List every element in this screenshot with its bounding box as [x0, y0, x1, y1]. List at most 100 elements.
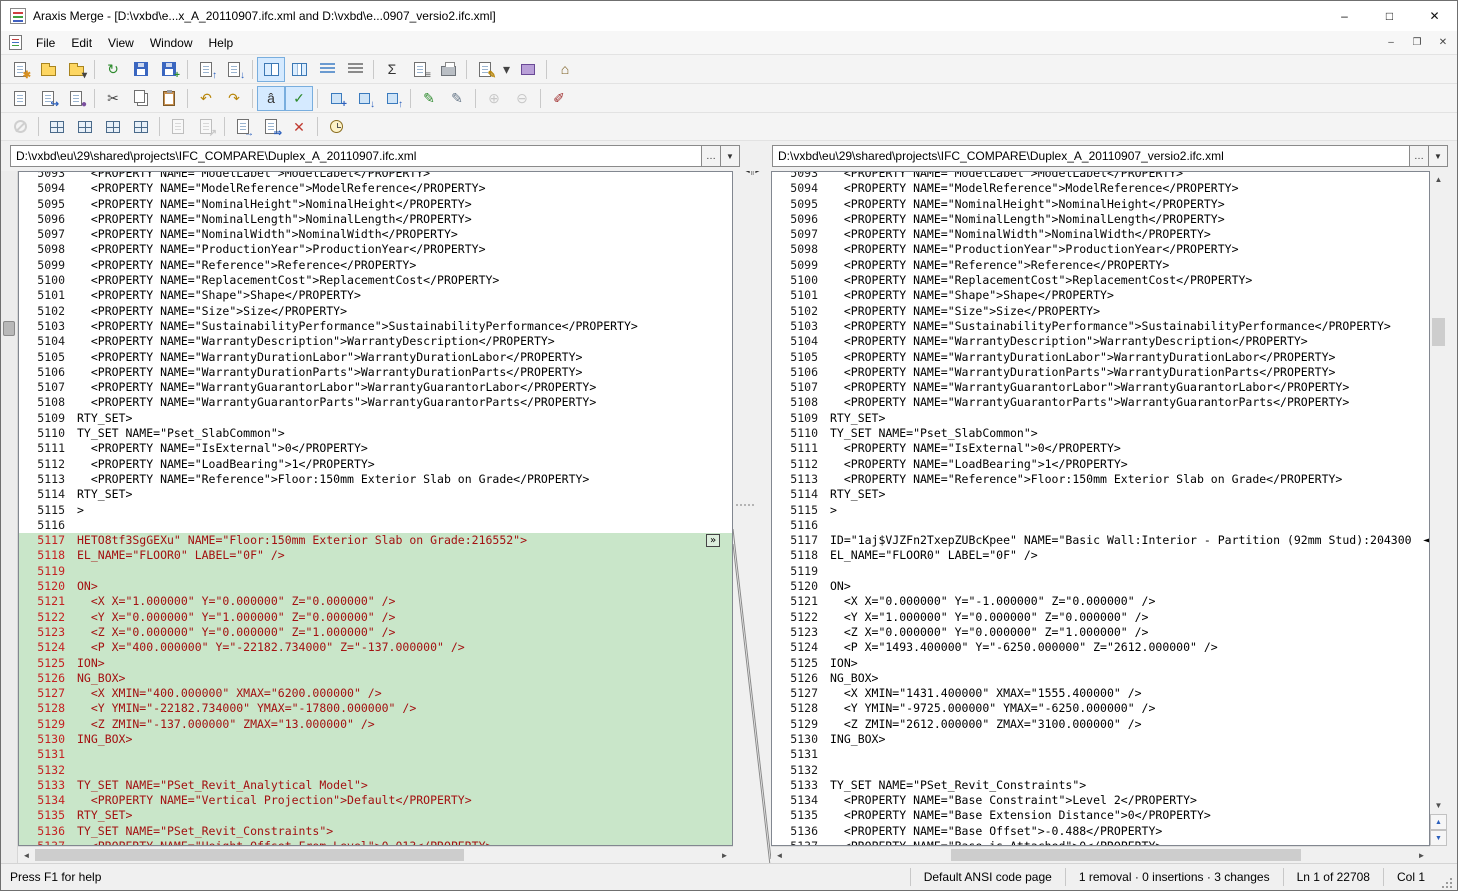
previous-bookmark-button[interactable]: ↑ — [378, 86, 406, 111]
code-line-left-5108[interactable]: 5108 <PROPERTY NAME="WarrantyGuarantorPa… — [19, 395, 732, 410]
right-horizontal-scrollbar[interactable]: ◄ ► — [771, 846, 1430, 863]
code-line-left-5132[interactable]: 5132 — [19, 763, 732, 778]
options-menu-button[interactable]: ▾ — [499, 57, 514, 82]
previous-change-button[interactable]: ⊖ — [508, 86, 536, 111]
add-bookmark-button[interactable]: + — [322, 86, 350, 111]
code-line-right-5111[interactable]: 5111 <PROPERTY NAME="IsExternal">0</PROP… — [772, 441, 1429, 456]
code-line-right-5127[interactable]: 5127 <X XMIN="1431.400000" XMAX="1555.40… — [772, 686, 1429, 701]
code-line-right-5123[interactable]: 5123 <Z X="0.000000" Y="0.000000" Z="1.0… — [772, 625, 1429, 640]
child-minimize-button[interactable]: – — [1379, 33, 1403, 53]
menu-edit[interactable]: Edit — [63, 31, 100, 55]
edit-original-pen-button[interactable]: ✎ — [415, 86, 443, 111]
statistics-button[interactable]: Σ — [378, 57, 406, 82]
code-line-left-5113[interactable]: 5113 <PROPERTY NAME="Reference">Floor:15… — [19, 472, 732, 487]
paste-button[interactable] — [155, 86, 183, 111]
code-line-left-5124[interactable]: 5124 <P X="400.000000" Y="-22182.734000"… — [19, 640, 732, 655]
right-path-dropdown-button[interactable]: ▼ — [1429, 145, 1448, 167]
code-line-left-5125[interactable]: 5125ION> — [19, 656, 732, 671]
code-line-left-5115[interactable]: 5115> — [19, 503, 732, 518]
left-path-input[interactable] — [10, 145, 702, 167]
code-line-right-5122[interactable]: 5122 <Y X="1.000000" Y="0.000000" Z="0.0… — [772, 610, 1429, 625]
code-line-right-5136[interactable]: 5136 <PROPERTY NAME="Base Offset">-0.488… — [772, 824, 1429, 839]
open-document-button[interactable]: ↪ — [34, 86, 62, 111]
stop-button[interactable] — [6, 114, 34, 139]
code-line-left-5118[interactable]: 5118EL_NAME="FLOOR0" LABEL="0F" /> — [19, 548, 732, 563]
code-line-left-5094[interactable]: 5094 <PROPERTY NAME="ModelReference">Mod… — [19, 181, 732, 196]
code-line-right-5102[interactable]: 5102 <PROPERTY NAME="Size">Size</PROPERT… — [772, 304, 1429, 319]
code-line-right-5118[interactable]: 5118EL_NAME="FLOOR0" LABEL="0F" /> — [772, 548, 1429, 563]
scroll-right-icon[interactable]: ► — [716, 847, 733, 863]
link-layout-1-button[interactable] — [43, 114, 71, 139]
code-line-left-5121[interactable]: 5121 <X X="1.000000" Y="0.000000" Z="0.0… — [19, 594, 732, 609]
scroll-down-icon[interactable]: ▼ — [1430, 797, 1447, 814]
code-line-left-5131[interactable]: 5131 — [19, 747, 732, 762]
bookmarks-button[interactable] — [514, 57, 542, 82]
next-change-button[interactable]: ⊕ — [480, 86, 508, 111]
menu-file[interactable]: File — [28, 31, 63, 55]
code-line-right-5121[interactable]: 5121 <X X="0.000000" Y="-1.000000" Z="0.… — [772, 594, 1429, 609]
code-line-right-5093[interactable]: 5093 <PROPERTY NAME="ModelLabel">ModelLa… — [772, 171, 1429, 181]
left-browse-button[interactable]: … — [702, 145, 721, 167]
code-line-left-5097[interactable]: 5097 <PROPERTY NAME="NominalWidth">Nomin… — [19, 227, 732, 242]
code-line-left-5133[interactable]: 5133TY_SET NAME="PSet_Revit_Analytical M… — [19, 778, 732, 793]
code-line-right-5119[interactable]: 5119 — [772, 564, 1429, 579]
left-file-pane[interactable]: 5093 <PROPERTY NAME="ModelLabel">ModelLa… — [18, 171, 733, 846]
code-line-right-5124[interactable]: 5124 <P X="1493.400000" Y="-6250.000000"… — [772, 640, 1429, 655]
right-browse-button[interactable]: … — [1410, 145, 1429, 167]
code-line-left-5112[interactable]: 5112 <PROPERTY NAME="LoadBearing">1</PRO… — [19, 457, 732, 472]
code-line-left-5134[interactable]: 5134 <PROPERTY NAME="Vertical Projection… — [19, 793, 732, 808]
code-line-right-5115[interactable]: 5115> — [772, 503, 1429, 518]
export-document-button[interactable]: ↗ — [192, 114, 220, 139]
options-button[interactable]: ✎ — [471, 57, 499, 82]
two-way-layout-button[interactable] — [257, 57, 285, 82]
scroll-up-icon[interactable]: ▲ — [1430, 171, 1447, 188]
child-restore-button[interactable]: ❐ — [1405, 33, 1429, 53]
reload-button[interactable]: ↻ — [99, 57, 127, 82]
save-button[interactable] — [127, 57, 155, 82]
code-line-right-5096[interactable]: 5096 <PROPERTY NAME="NominalLength">Nomi… — [772, 212, 1429, 227]
child-close-button[interactable]: ✕ — [1431, 33, 1455, 53]
code-line-left-5100[interactable]: 5100 <PROPERTY NAME="ReplacementCost">Re… — [19, 273, 732, 288]
scroll-right-icon[interactable]: ► — [1413, 847, 1430, 863]
left-horizontal-scrollbar[interactable]: ◄ ► — [18, 846, 733, 863]
left-hscroll-thumb[interactable] — [35, 849, 464, 861]
code-line-right-5128[interactable]: 5128 <Y YMIN="-9725.000000" YMAX="-6250.… — [772, 701, 1429, 716]
code-line-left-5101[interactable]: 5101 <PROPERTY NAME="Shape">Shape</PROPE… — [19, 288, 732, 303]
code-line-left-5093[interactable]: 5093 <PROPERTY NAME="ModelLabel">ModelLa… — [19, 171, 732, 181]
code-line-right-5126[interactable]: 5126NG_BOX> — [772, 671, 1429, 686]
diff-overview-marker[interactable] — [3, 321, 15, 336]
code-line-left-5130[interactable]: 5130ING_BOX> — [19, 732, 732, 747]
maximize-button[interactable]: □ — [1367, 1, 1412, 31]
open-recent-button[interactable]: ▾ — [62, 57, 90, 82]
code-line-left-5107[interactable]: 5107 <PROPERTY NAME="WarrantyGuarantorLa… — [19, 380, 732, 395]
code-line-left-5104[interactable]: 5104 <PROPERTY NAME="WarrantyDescription… — [19, 334, 732, 349]
previous-difference-button[interactable]: ▲ — [1430, 814, 1447, 830]
copy-button[interactable] — [127, 86, 155, 111]
code-line-left-5128[interactable]: 5128 <Y YMIN="-22182.734000" YMAX="-1780… — [19, 701, 732, 716]
resize-grip[interactable] — [1440, 876, 1454, 890]
menu-window[interactable]: Window — [142, 31, 201, 55]
code-line-left-5116[interactable]: 5116 — [19, 518, 732, 533]
report-button[interactable]: ≡ — [406, 57, 434, 82]
right-hscroll-thumb[interactable] — [951, 849, 1301, 861]
code-line-right-5098[interactable]: 5098 <PROPERTY NAME="ProductionYear">Pro… — [772, 242, 1429, 257]
edit-modified-pen-button[interactable]: ✎ — [443, 86, 471, 111]
home-button[interactable]: ⌂ — [551, 57, 579, 82]
code-line-right-5134[interactable]: 5134 <PROPERTY NAME="Base Constraint">Le… — [772, 793, 1429, 808]
next-bookmark-button[interactable]: ↓ — [350, 86, 378, 111]
line-numbers-button[interactable] — [313, 57, 341, 82]
menu-view[interactable]: View — [100, 31, 142, 55]
code-line-right-5132[interactable]: 5132 — [772, 763, 1429, 778]
code-line-right-5135[interactable]: 5135 <PROPERTY NAME="Base Extension Dist… — [772, 808, 1429, 823]
copy-change-right-button[interactable]: → — [229, 114, 257, 139]
copy-change-left-button[interactable]: ⇒ — [257, 114, 285, 139]
code-line-left-5103[interactable]: 5103 <PROPERTY NAME="SustainabilityPerfo… — [19, 319, 732, 334]
code-line-left-5105[interactable]: 5105 <PROPERTY NAME="WarrantyDurationLab… — [19, 350, 732, 365]
code-line-right-5105[interactable]: 5105 <PROPERTY NAME="WarrantyDurationLab… — [772, 350, 1429, 365]
code-line-right-5129[interactable]: 5129 <Z ZMIN="2612.000000" ZMAX="3100.00… — [772, 717, 1429, 732]
spell-check-button[interactable]: ✓ — [285, 86, 313, 111]
code-line-right-5094[interactable]: 5094 <PROPERTY NAME="ModelReference">Mod… — [772, 181, 1429, 196]
code-line-right-5131[interactable]: 5131 — [772, 747, 1429, 762]
undo-button[interactable]: ↶ — [192, 86, 220, 111]
code-line-left-5129[interactable]: 5129 <Z ZMIN="-137.000000" ZMAX="13.0000… — [19, 717, 732, 732]
